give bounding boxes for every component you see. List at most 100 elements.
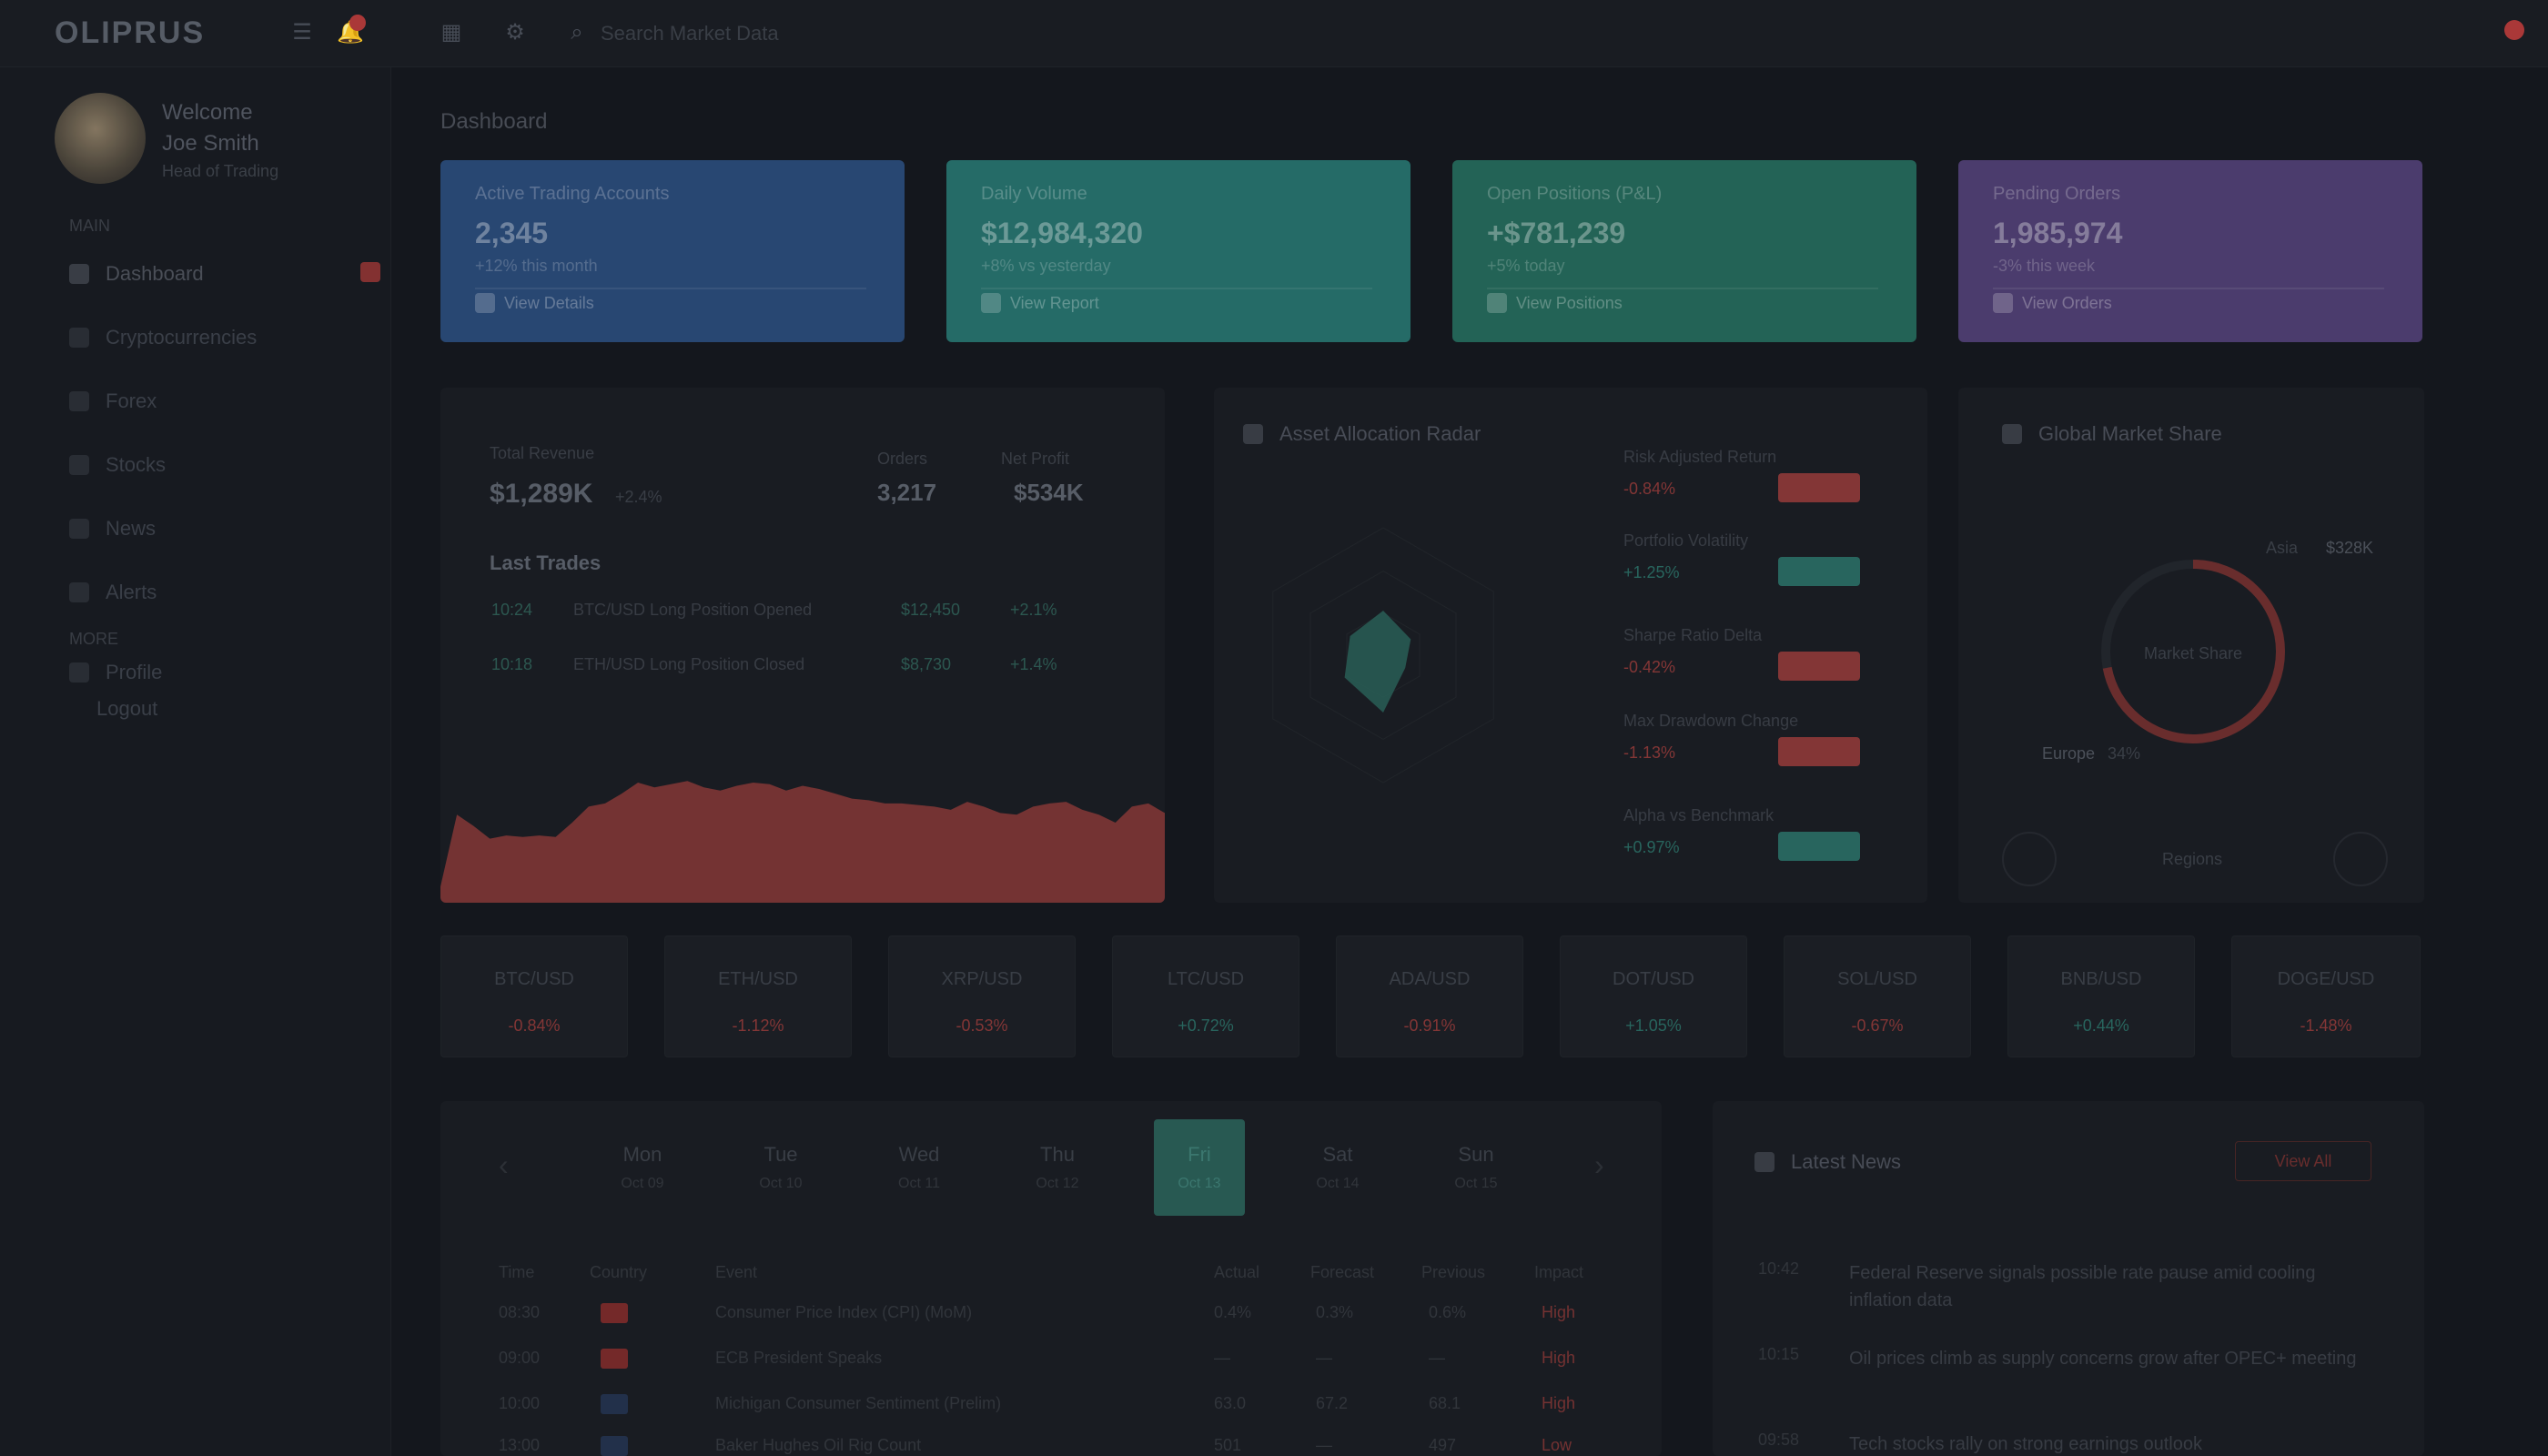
profit-value: $534K — [1014, 479, 1084, 506]
sidebar-item-news[interactable]: News — [69, 517, 156, 541]
date-tab[interactable]: Sun Oct 15 — [1431, 1119, 1522, 1216]
sidebar-item-stocks[interactable]: Stocks — [69, 453, 166, 477]
ticker-tile[interactable]: DOGE/USD -1.48% — [2231, 935, 2421, 1057]
date-tab[interactable]: Mon Oct 09 — [597, 1119, 688, 1216]
sidebar-item-dashboard[interactable]: Dashboard — [69, 262, 380, 286]
kpi-label: Max Drawdown Change — [1623, 712, 1799, 730]
table-header: Event — [715, 1263, 758, 1281]
stat-link[interactable]: View Orders — [1993, 293, 2112, 313]
chevron-left-icon[interactable]: ‹ — [499, 1148, 509, 1182]
table-row[interactable]: 13:00 Baker Hughes Oil Rig Count 501 — 4… — [470, 1429, 1616, 1456]
sidebar-item-alerts[interactable]: Alerts — [69, 581, 157, 604]
sidebar-item-logout[interactable]: Logout — [96, 697, 157, 721]
stat-divider — [1487, 288, 1878, 289]
globe-icon — [2002, 424, 2022, 444]
revenue-area-chart — [440, 781, 1165, 903]
last-trades-title: Last Trades — [490, 551, 602, 574]
ticker-symbol: BNB/USD — [2060, 969, 2142, 989]
sidebar-item-forex[interactable]: Forex — [69, 389, 157, 413]
ticker-tile[interactable]: XRP/USD -0.53% — [888, 935, 1076, 1057]
ticker-tile[interactable]: BTC/USD -0.84% — [440, 935, 628, 1057]
date-date: Oct 09 — [621, 1176, 664, 1191]
date-tab[interactable]: Wed Oct 11 — [874, 1119, 965, 1216]
table-header: Country — [590, 1263, 648, 1281]
orders-value: 3,217 — [877, 479, 937, 506]
sidebar-item-label: Profile — [106, 661, 163, 683]
kpi-row: Risk Adjusted Return -0.84% — [1623, 448, 1860, 502]
ticker-tile[interactable]: DOT/USD +1.05% — [1560, 935, 1747, 1057]
date-day: Thu — [1040, 1143, 1075, 1166]
row-impact: High — [1542, 1349, 1576, 1367]
date-tab[interactable]: Thu Oct 12 — [1012, 1119, 1103, 1216]
alert-icon[interactable] — [2504, 20, 2524, 40]
ticker-symbol: ETH/USD — [718, 969, 798, 989]
brand-logo[interactable]: OLIPRUS — [0, 15, 237, 51]
trade-desc: ETH/USD Long Position Closed — [573, 655, 805, 673]
date-tab-active[interactable]: Fri Oct 13 — [1154, 1119, 1245, 1216]
donut-label-b-value: 34% — [2108, 744, 2141, 763]
kpi-badge — [1778, 737, 1860, 766]
search-input[interactable]: Search Market Data — [601, 22, 779, 46]
sidebar-badge — [360, 262, 380, 282]
date-day: Fri — [1188, 1143, 1211, 1166]
country-flag-icon — [601, 1394, 628, 1414]
ticker-change: -1.48% — [2300, 1016, 2352, 1035]
table-header: Time — [499, 1263, 535, 1281]
donut-center-text: Market Share — [2144, 644, 2242, 662]
sidebar-item-label: Cryptocurrencies — [106, 326, 258, 349]
stat-link-label: View Report — [1010, 293, 1099, 312]
row-impact: High — [1542, 1394, 1576, 1412]
menu-toggle-icon[interactable]: ☰ — [289, 20, 315, 46]
ticker-change: +1.05% — [1625, 1016, 1682, 1035]
sidebar-item-profile[interactable]: Profile — [69, 661, 162, 684]
news-text: Federal Reserve signals possible rate pa… — [1849, 1263, 2316, 1310]
stat-card-orders: Pending Orders 1,985,974 -3% this week V… — [1958, 160, 2422, 342]
prev-region-button[interactable] — [2002, 832, 2057, 886]
trade-row[interactable]: 10:18 ETH/USD Long Position Closed $8,73… — [491, 655, 1083, 674]
sidebar: Welcome Joe Smith Head of Trading MAIN D… — [0, 67, 391, 1456]
donut-label-b: Europe — [2042, 744, 2096, 763]
row-event: ECB President Speaks — [715, 1349, 883, 1367]
settings-icon[interactable]: ⚙ — [502, 20, 528, 46]
kpi-row: Portfolio Volatility +1.25% — [1623, 531, 1860, 586]
stat-card-volume: Daily Volume $12,984,320 +8% vs yesterda… — [946, 160, 1410, 342]
sidebar-item-cryptocurrencies[interactable]: Cryptocurrencies — [69, 326, 257, 349]
ticker-tile[interactable]: SOL/USD -0.67% — [1784, 935, 1971, 1057]
table-row[interactable]: 09:00 ECB President Speaks — — — High — [470, 1341, 1616, 1378]
trade-row[interactable]: 10:24 BTC/USD Long Position Opened $12,4… — [491, 601, 1083, 620]
next-region-button[interactable] — [2333, 832, 2388, 886]
radar-icon — [1243, 424, 1263, 444]
sidebar-item-label: Stocks — [106, 453, 167, 476]
search-icon[interactable]: ⌕ — [564, 20, 590, 46]
sidebar-item-label: Dashboard — [106, 262, 204, 285]
date-tab[interactable]: Sat Oct 14 — [1292, 1119, 1383, 1216]
stat-link[interactable]: View Details — [475, 293, 594, 313]
kpi-row: Alpha vs Benchmark +0.97% — [1623, 806, 1860, 861]
stat-change: +8% vs yesterday — [981, 257, 1111, 275]
grid-icon[interactable]: ▦ — [439, 20, 464, 46]
news-time: 10:42 — [1758, 1259, 1800, 1278]
page-title: Dashboard — [440, 109, 548, 134]
avatar[interactable] — [55, 93, 146, 184]
table-row[interactable]: 08:30 Consumer Price Index (CPI) (MoM) 0… — [470, 1296, 1616, 1332]
date-tab[interactable]: Tue Oct 10 — [735, 1119, 826, 1216]
kpi-row: Sharpe Ratio Delta -0.42% — [1623, 626, 1860, 681]
donut-title-text: Global Market Share — [2038, 422, 2222, 445]
user-icon — [69, 662, 89, 682]
view-all-button[interactable]: View All — [2235, 1141, 2371, 1181]
news-icon — [69, 519, 89, 539]
trade-amount: $12,450 — [901, 601, 961, 619]
table-row[interactable]: 10:00 Michigan Consumer Sentiment (Preli… — [470, 1387, 1616, 1423]
row-event: Baker Hughes Oil Rig Count — [715, 1436, 922, 1454]
country-flag-icon — [601, 1349, 628, 1369]
stat-link[interactable]: View Positions — [1487, 293, 1623, 313]
row-impact: Low — [1542, 1436, 1572, 1454]
chevron-right-icon[interactable]: › — [1594, 1148, 1604, 1182]
ticker-tile[interactable]: ADA/USD -0.91% — [1336, 935, 1523, 1057]
ticker-tile[interactable]: ETH/USD -1.12% — [664, 935, 852, 1057]
donut-footer: Regions — [2162, 850, 2223, 868]
stat-link[interactable]: View Report — [981, 293, 1099, 313]
ticker-tile[interactable]: LTC/USD +0.72% — [1112, 935, 1299, 1057]
stat-change: +5% today — [1487, 257, 1565, 275]
ticker-tile[interactable]: BNB/USD +0.44% — [2007, 935, 2195, 1057]
